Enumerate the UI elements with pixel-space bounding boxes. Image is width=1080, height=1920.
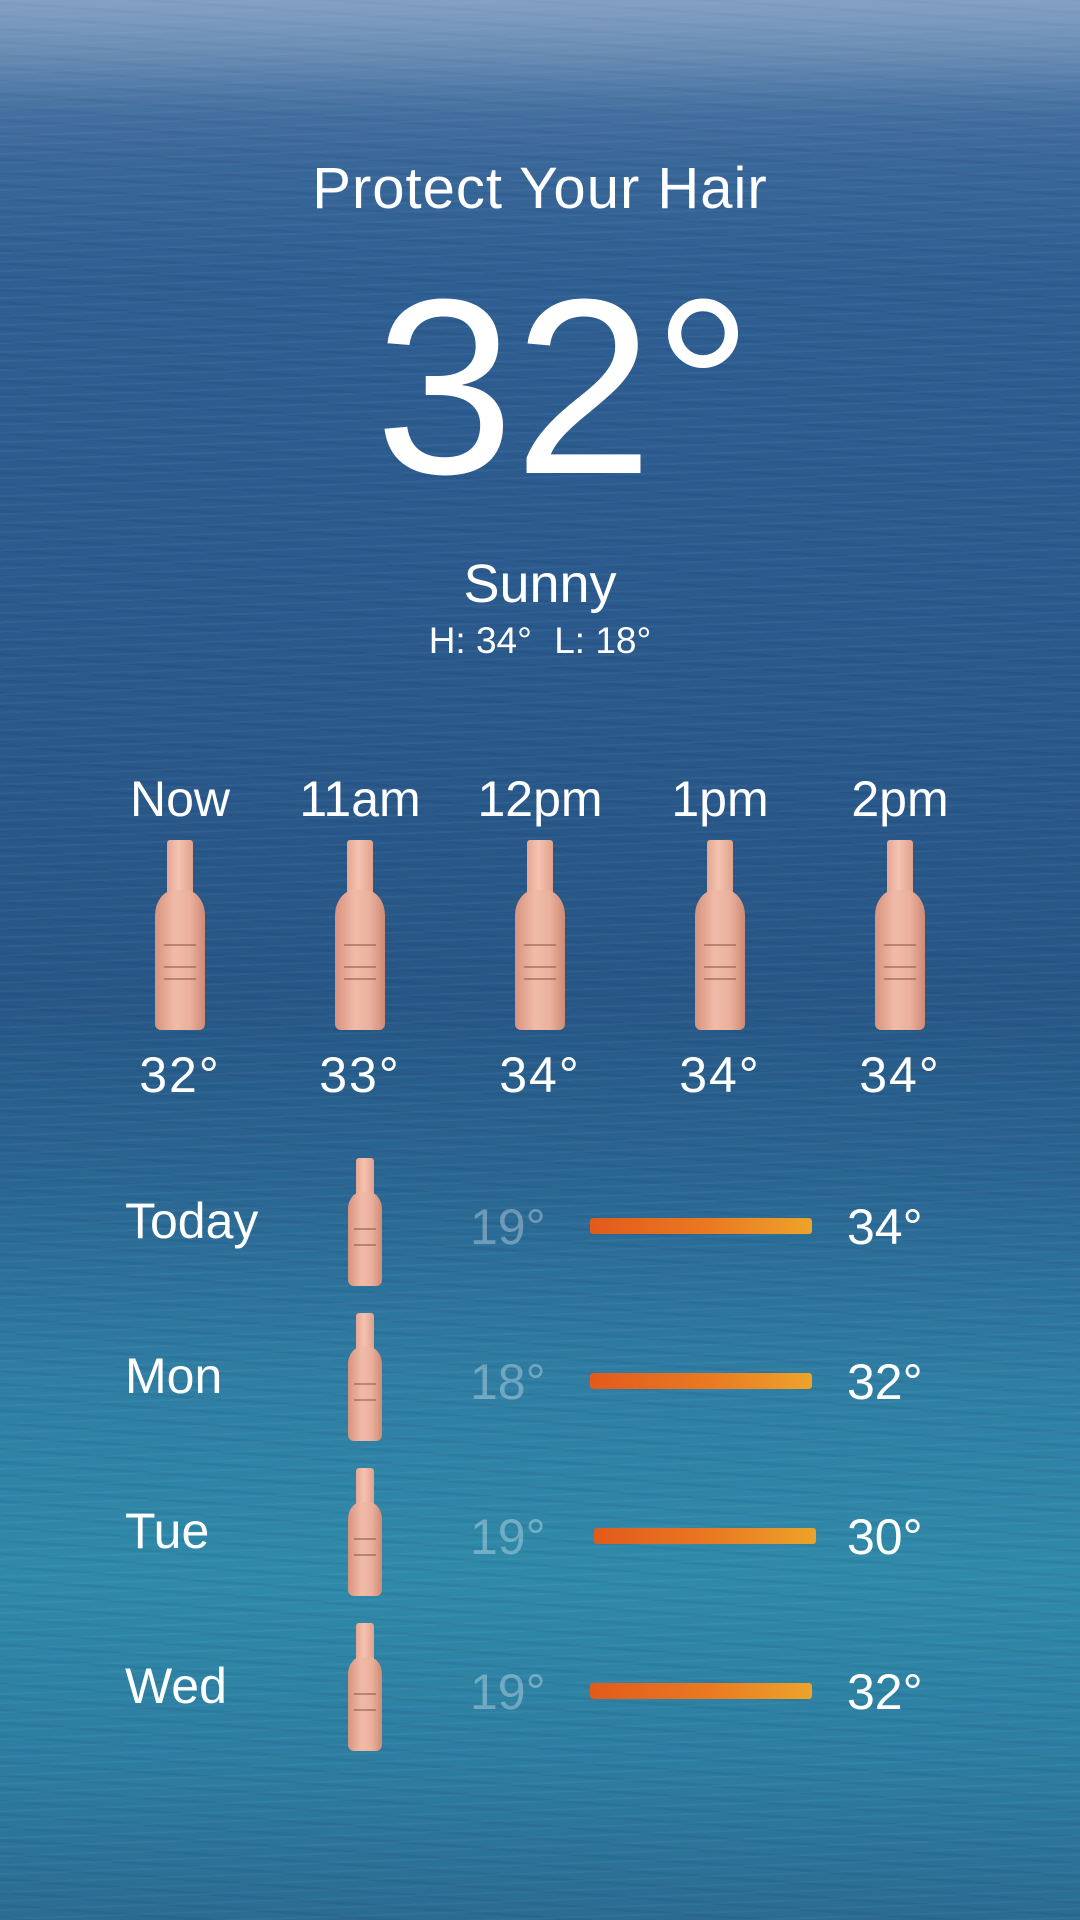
hour-temperature: 34°	[499, 1047, 581, 1103]
daily-row: Wed 19° 32°	[0, 1615, 1080, 1755]
hair-spray-bottle-icon	[695, 840, 745, 1030]
day-name: Tue	[125, 1503, 210, 1559]
hour-temperature: 34°	[859, 1047, 941, 1103]
day-name: Mon	[125, 1348, 223, 1404]
high-low-temperatures: H: 34° L: 18°	[0, 620, 1080, 662]
low-temperature: L: 18°	[554, 620, 652, 661]
hour-column: Now 32°	[90, 770, 270, 1104]
day-name: Today	[125, 1193, 259, 1249]
hour-column: 2pm 34°	[810, 770, 990, 1104]
hair-spray-bottle-icon	[348, 1623, 382, 1751]
day-high-temperature: 34°	[847, 1199, 923, 1255]
temperature-range-bar	[594, 1528, 816, 1544]
hair-spray-bottle-icon	[335, 840, 385, 1030]
day-high-temperature: 30°	[847, 1509, 923, 1565]
daily-row: Mon 18° 32°	[0, 1305, 1080, 1445]
daily-row: Today 19° 34°	[0, 1150, 1080, 1290]
daily-row: Tue 19° 30°	[0, 1460, 1080, 1600]
hair-spray-bottle-icon	[515, 840, 565, 1030]
hair-spray-bottle-icon	[348, 1158, 382, 1286]
day-low-temperature: 19°	[470, 1664, 546, 1720]
temperature-range-bar	[590, 1373, 812, 1389]
temperature-range-bar	[590, 1218, 812, 1234]
day-low-temperature: 19°	[470, 1509, 546, 1565]
weather-condition: Sunny	[463, 554, 617, 614]
hour-label: 12pm	[477, 771, 603, 827]
hour-label: 1pm	[671, 771, 769, 827]
day-high-temperature: 32°	[847, 1664, 923, 1720]
hour-column: 11am 33°	[270, 770, 450, 1104]
hour-label: Now	[129, 771, 231, 827]
high-temperature: H: 34°	[428, 620, 532, 661]
hair-spray-bottle-icon	[155, 840, 205, 1030]
sea-horizon-background	[0, 0, 1080, 160]
hair-spray-bottle-icon	[348, 1313, 382, 1441]
weather-ad-screen: Protect Your Hair 32° Sunny H: 34° L: 18…	[0, 0, 1080, 1920]
hour-column: 12pm 34°	[450, 770, 630, 1104]
headline: Protect Your Hair	[312, 156, 768, 221]
hourly-forecast: Now 32° 11am 33° 12pm 34° 1pm 34° 2pm 34…	[90, 770, 990, 1110]
hair-spray-bottle-icon	[875, 840, 925, 1030]
hour-temperature: 33°	[319, 1047, 401, 1103]
hour-column: 1pm 34°	[630, 770, 810, 1104]
hour-label: 11am	[299, 771, 421, 827]
current-temperature: 32°	[374, 247, 754, 526]
day-name: Wed	[125, 1658, 227, 1714]
hair-spray-bottle-icon	[348, 1468, 382, 1596]
day-low-temperature: 18°	[470, 1354, 546, 1410]
hour-temperature: 34°	[679, 1047, 761, 1103]
hour-label: 2pm	[851, 771, 949, 827]
day-low-temperature: 19°	[470, 1199, 546, 1255]
hour-temperature: 32°	[139, 1047, 221, 1103]
day-high-temperature: 32°	[847, 1354, 923, 1410]
temperature-range-bar	[590, 1683, 812, 1699]
